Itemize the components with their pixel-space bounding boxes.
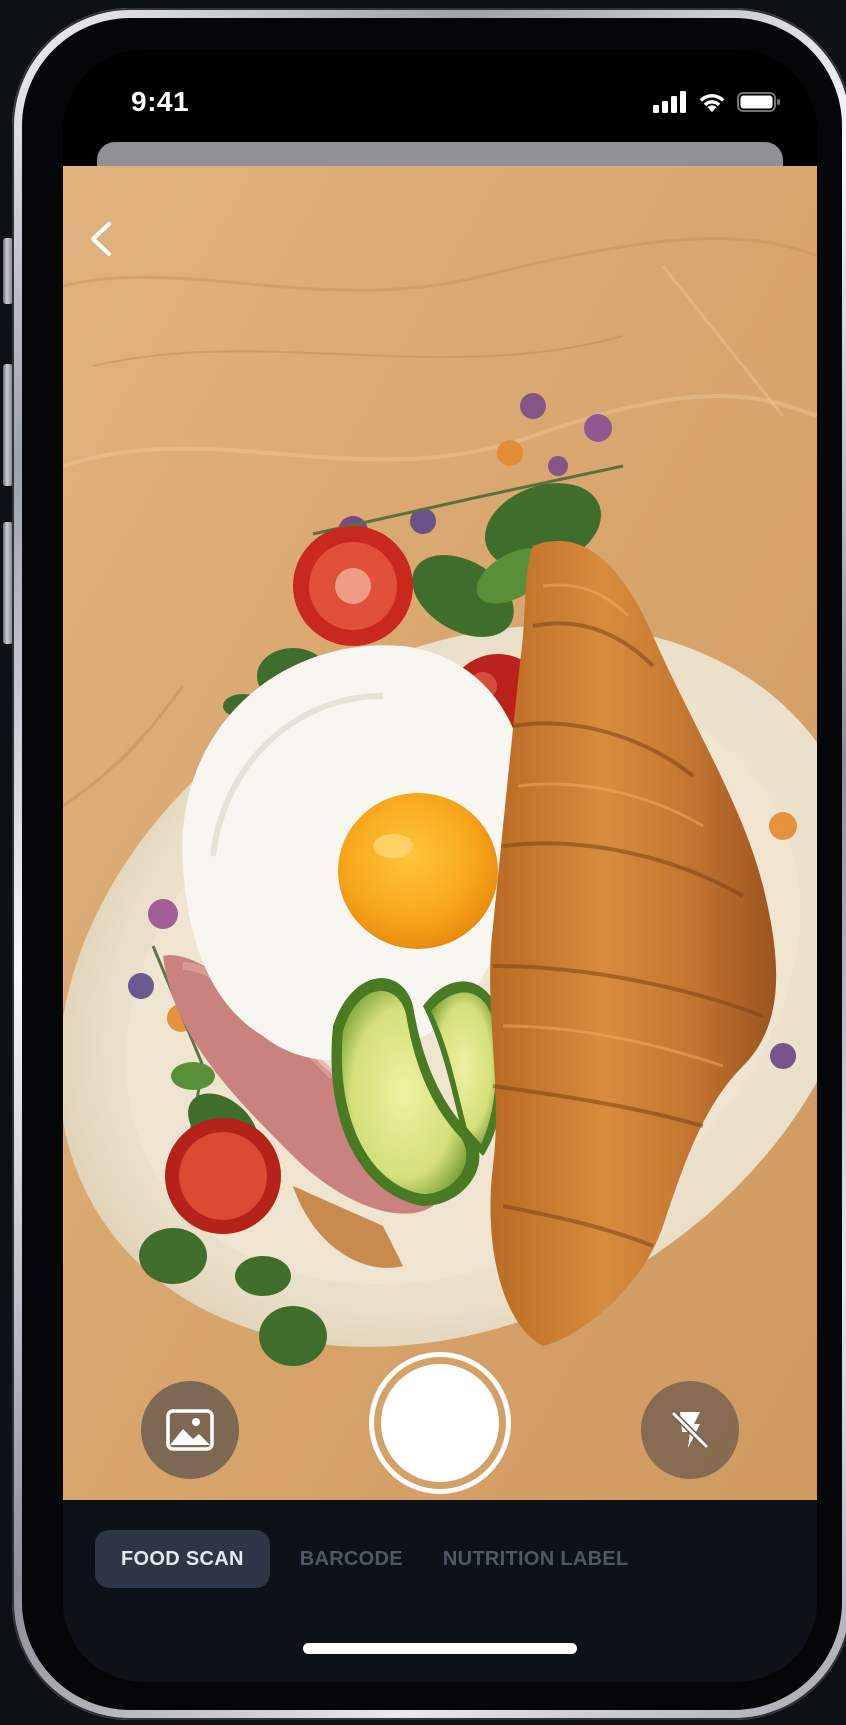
cellular-signal-icon [653, 91, 686, 113]
image-gallery-icon [166, 1409, 214, 1451]
wifi-icon [699, 94, 725, 112]
phone-screen: 9:41 FOOD SCAN BARCODE NUTRITION LABEL [63, 50, 817, 1682]
food-photo [63, 166, 817, 1500]
app-stage: 9:41 FOOD SCAN BARCODE NUTRITION LABEL [0, 0, 846, 1725]
shutter-button-inner [381, 1364, 499, 1482]
scan-mode-tabs: FOOD SCAN BARCODE NUTRITION LABEL [95, 1530, 639, 1588]
flash-toggle-button[interactable] [641, 1381, 739, 1479]
chevron-left-icon [91, 222, 111, 256]
status-time: 9:41 [131, 86, 190, 117]
scan-mode-bar: FOOD SCAN BARCODE NUTRITION LABEL [63, 1500, 817, 1682]
shutter-button[interactable] [369, 1352, 511, 1494]
status-icons [653, 90, 781, 114]
camera-viewfinder[interactable] [63, 166, 817, 1500]
gallery-button[interactable] [141, 1381, 239, 1479]
battery-icon [737, 92, 780, 112]
tab-nutrition-label[interactable]: NUTRITION LABEL [433, 1530, 639, 1588]
tab-food-scan[interactable]: FOOD SCAN [95, 1530, 270, 1588]
home-indicator[interactable] [303, 1643, 577, 1654]
flash-off-icon [671, 1411, 709, 1449]
back-button[interactable] [77, 212, 125, 266]
status-bar: 9:41 [63, 50, 817, 140]
tab-barcode[interactable]: BARCODE [290, 1530, 413, 1588]
